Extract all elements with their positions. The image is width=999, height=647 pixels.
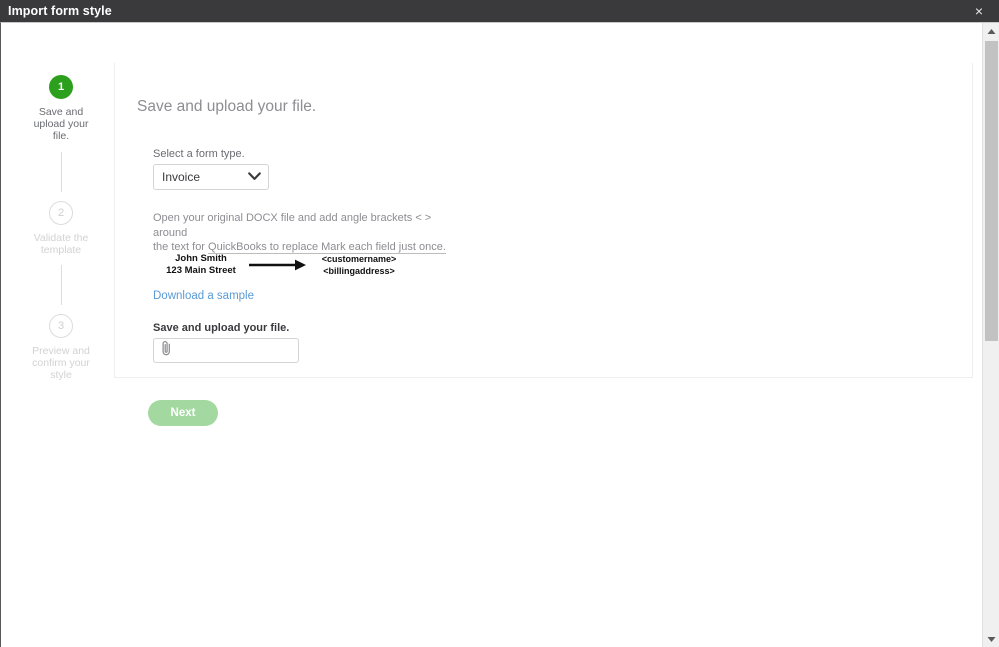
paperclip-icon (160, 340, 173, 361)
download-sample-link[interactable]: Download a sample (153, 290, 254, 302)
instructions-text: Open your original DOCX file and add ang… (153, 211, 453, 255)
form-type-select[interactable]: Invoice (153, 164, 269, 190)
instructions-line-1: Open your original DOCX file and add ang… (153, 212, 432, 239)
arrow-right-icon (249, 259, 309, 271)
step-1-circle: 1 (49, 75, 73, 99)
wizard-stepper: 1 Save and upload your file. 2 Validate … (29, 75, 93, 382)
stepper-step-1[interactable]: 1 Save and upload your file. (30, 75, 92, 143)
upload-label: Save and upload your file. (153, 322, 290, 334)
step-3-circle: 3 (49, 314, 73, 339)
sample-target-line-1: <customername> (321, 254, 397, 264)
sample-source-line-2: 123 Main Street (166, 265, 236, 276)
form-type-field: Select a form type. Invoice (153, 148, 269, 190)
form-type-label: Select a form type. (153, 148, 245, 160)
sample-target-line-2: <billingaddress> (323, 266, 395, 276)
stepper-step-2[interactable]: 2 Validate the template (30, 200, 92, 256)
instructions-block: Open your original DOCX file and add ang… (153, 211, 453, 255)
step-1-label: Save and upload your file. (33, 106, 89, 143)
window-titlebar: Import form style × (0, 0, 999, 22)
instructions-line-2-prefix: the text for (153, 241, 209, 253)
sample-diagram: John Smith 123 Main Street <customername… (153, 253, 409, 277)
chevron-down-icon (248, 168, 261, 186)
upload-field: Save and upload your file. (153, 322, 299, 363)
stepper-step-3[interactable]: 3 Preview and confirm your style (30, 314, 92, 382)
main-card: Save and upload your file. Select a form… (114, 63, 973, 378)
page-title: Save and upload your file. (137, 98, 317, 115)
download-sample-container: Download a sample (153, 286, 254, 304)
close-icon[interactable]: × (959, 0, 999, 22)
window-title: Import form style (8, 4, 112, 18)
scroll-down-arrow-icon[interactable] (983, 631, 999, 647)
form-type-value: Invoice (162, 170, 201, 184)
vertical-scrollbar[interactable] (982, 23, 999, 647)
file-upload-input[interactable] (153, 338, 299, 363)
sample-source-line-1: John Smith (175, 253, 227, 264)
stepper-connector-1 (60, 151, 62, 192)
stepper-connector-2 (60, 265, 62, 306)
sample-source-text: John Smith 123 Main Street (153, 253, 249, 277)
step-3-label: Preview and confirm your style (32, 345, 90, 382)
step-2-label: Validate the template (33, 231, 89, 256)
next-button[interactable]: Next (148, 400, 218, 426)
scrollbar-thumb[interactable] (985, 41, 998, 341)
sample-target-text: <customername> <billingaddress> (309, 253, 409, 277)
page-body: 1 Save and upload your file. 2 Validate … (0, 22, 999, 647)
step-2-circle: 2 (49, 200, 73, 225)
scroll-up-arrow-icon[interactable] (983, 23, 999, 40)
